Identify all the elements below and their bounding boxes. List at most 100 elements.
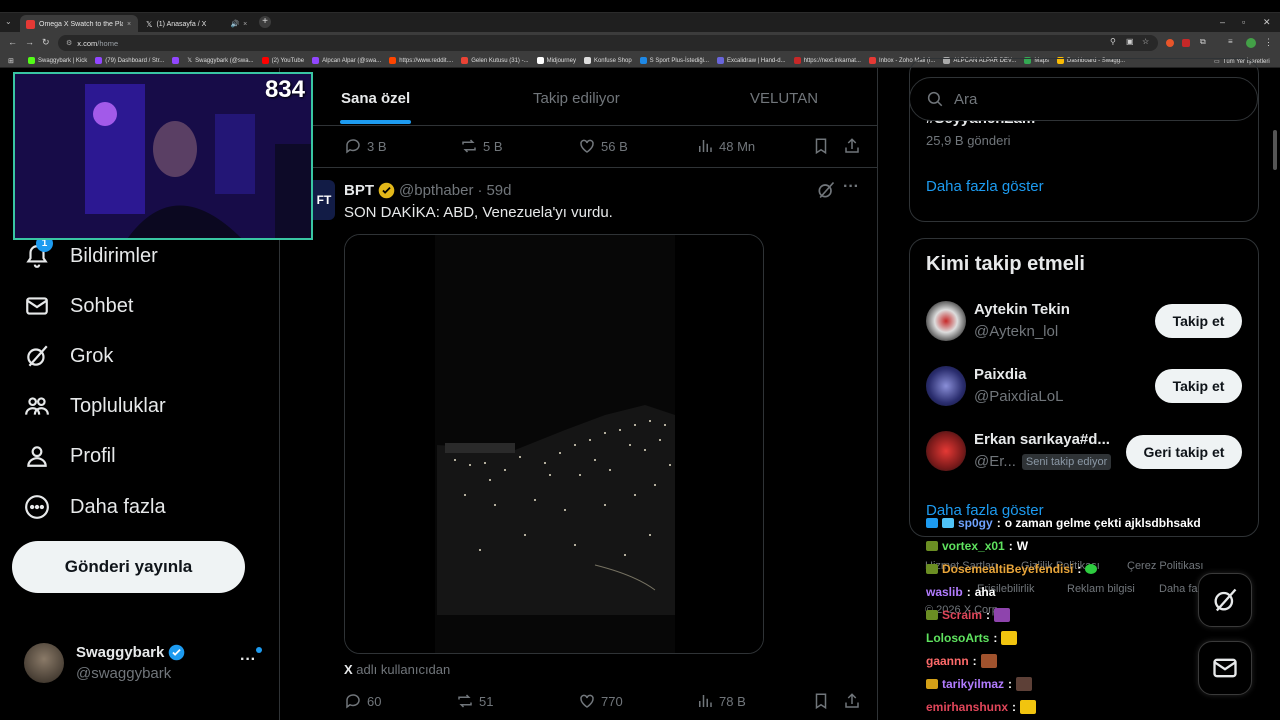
address-bar[interactable]: ⚙ x.com/home bbox=[58, 35, 1158, 51]
bookmark-button[interactable] bbox=[812, 137, 830, 155]
follow-button[interactable]: Takip et bbox=[1155, 369, 1242, 403]
minimize-icon[interactable]: – bbox=[1220, 17, 1225, 27]
bookmark[interactable]: (79) Dashboard / Str... bbox=[95, 57, 164, 64]
install-icon[interactable]: ▣ bbox=[1126, 37, 1134, 46]
reply-button[interactable]: 60 bbox=[344, 692, 381, 710]
tweet-author-handle[interactable]: @bpthaber bbox=[399, 182, 473, 199]
reply-count: 60 bbox=[367, 693, 382, 709]
suggestion-name: Paixdia bbox=[974, 366, 1027, 383]
nav-chat[interactable]: Sohbet bbox=[24, 293, 133, 319]
more-horizontal-icon[interactable]: ··· bbox=[240, 651, 256, 669]
account-switcher[interactable]: Swaggybark @swaggybark ··· bbox=[24, 643, 269, 687]
new-tab-button[interactable]: + bbox=[259, 16, 271, 28]
close-icon[interactable]: × bbox=[127, 21, 131, 28]
bookmark[interactable]: Gelen Kutusu (31) -... bbox=[461, 57, 529, 64]
bookmark[interactable]: (2) YouTube bbox=[261, 57, 304, 64]
bookmark-star-icon[interactable]: ☆ bbox=[1142, 37, 1149, 46]
suggestion-name: Erkan sarıkaya#d... bbox=[974, 431, 1110, 448]
search-input[interactable]: Ara bbox=[909, 77, 1258, 121]
bookmark[interactable]: Midjourney bbox=[536, 57, 576, 64]
follows-you-badge: Seni takip ediyor bbox=[1021, 453, 1112, 470]
follow-back-button[interactable]: Geri takip et bbox=[1126, 435, 1242, 469]
back-icon[interactable]: ← bbox=[8, 37, 17, 47]
main-feed: Sana özel Takip ediliyor VELUTAN 3 B 5 B… bbox=[313, 68, 878, 720]
tab-velutan[interactable]: VELUTAN bbox=[750, 90, 818, 107]
extension-icon[interactable] bbox=[1182, 39, 1190, 47]
share-button[interactable] bbox=[843, 692, 861, 710]
menu-icon[interactable]: ⋮ bbox=[1264, 37, 1273, 48]
like-count: 770 bbox=[601, 693, 623, 709]
chat-username: sp0gy bbox=[958, 516, 993, 530]
bookmark-button[interactable] bbox=[812, 692, 830, 710]
like-button[interactable]: 56 B bbox=[578, 137, 628, 155]
grok-explain-icon[interactable] bbox=[816, 180, 836, 200]
nav-more[interactable]: Daha fazla bbox=[24, 494, 166, 520]
account-name: Swaggybark bbox=[76, 644, 165, 661]
bookmark[interactable]: Konfuse Shop bbox=[583, 57, 632, 64]
tab-for-you[interactable]: Sana özel bbox=[341, 90, 410, 107]
viewer-count: 834 bbox=[264, 76, 305, 103]
source-name[interactable]: X bbox=[344, 662, 353, 677]
tweet-time[interactable]: 59d bbox=[486, 182, 511, 199]
bookmark[interactable] bbox=[172, 57, 180, 64]
repost-button[interactable]: 5 B bbox=[460, 137, 503, 155]
emote-icon bbox=[994, 608, 1011, 622]
messages-fab-button[interactable] bbox=[1198, 641, 1252, 695]
grok-fab-button[interactable] bbox=[1198, 573, 1252, 627]
chat-message: waslib : aha bbox=[926, 585, 996, 599]
nav-grok[interactable]: Grok bbox=[24, 343, 113, 369]
trends-show-more-link[interactable]: Daha fazla göster bbox=[926, 178, 1044, 195]
nav-communities[interactable]: Topluluklar bbox=[24, 393, 166, 419]
profile-avatar-icon[interactable] bbox=[1246, 38, 1256, 48]
views-button[interactable]: 78 B bbox=[696, 692, 746, 710]
bookmark[interactable]: https://next.inkarnat... bbox=[793, 57, 861, 64]
share-icon bbox=[845, 693, 859, 708]
extension-icon[interactable] bbox=[1166, 39, 1174, 47]
views-icon bbox=[699, 140, 712, 152]
site-info-icon[interactable]: ⚙ bbox=[66, 39, 72, 47]
extensions-icon[interactable]: ⧉ bbox=[1200, 37, 1206, 47]
zoom-icon[interactable]: ⚲ bbox=[1110, 37, 1116, 46]
like-button[interactable]: 770 bbox=[578, 692, 623, 710]
reload-icon[interactable]: ↻ bbox=[42, 37, 50, 48]
bookmark[interactable]: 𝕏 Swaggybark (@swa... bbox=[187, 57, 253, 65]
tab-search-icon[interactable]: ⌄ bbox=[5, 17, 12, 26]
follow-button[interactable]: Takip et bbox=[1155, 304, 1242, 338]
media-icon[interactable]: ≡ bbox=[1228, 37, 1233, 46]
tweet-avatar[interactable]: FT bbox=[313, 180, 335, 220]
tweet-more-icon[interactable]: ··· bbox=[843, 178, 859, 196]
account-handle: @swaggybark bbox=[76, 665, 172, 682]
emote-icon bbox=[980, 654, 997, 668]
maximize-icon[interactable]: ▫ bbox=[1242, 17, 1245, 27]
bookmark-icon bbox=[815, 693, 827, 710]
chat-username: emirhanshunx bbox=[926, 700, 1009, 714]
tweet-author-name[interactable]: BPT bbox=[344, 182, 374, 199]
tab-following[interactable]: Takip ediliyor bbox=[533, 90, 620, 107]
bookmark[interactable]: Swaggybark | Kick bbox=[28, 57, 87, 64]
forward-icon[interactable]: → bbox=[25, 37, 34, 47]
tab-title: Omega X Swatch to the Planet bbox=[39, 20, 123, 28]
nav-notifications[interactable]: Bildirimler 1 bbox=[24, 235, 158, 269]
suggestion-name: Aytekin Tekin bbox=[974, 301, 1070, 318]
emote-icon bbox=[1001, 631, 1018, 645]
tweet-media[interactable] bbox=[344, 234, 764, 654]
bookmark[interactable]: S Sport Plus-İstediği... bbox=[639, 57, 709, 64]
apps-icon[interactable]: ⊞ bbox=[8, 57, 14, 65]
scrollbar-thumb[interactable] bbox=[1273, 130, 1277, 170]
share-button[interactable] bbox=[843, 137, 861, 155]
emote-icon bbox=[1020, 700, 1037, 714]
window-close-icon[interactable]: ✕ bbox=[1263, 17, 1271, 28]
close-icon[interactable]: × bbox=[243, 21, 247, 28]
browser-tab-active[interactable]: Omega X Swatch to the Planet × bbox=[20, 15, 138, 33]
repost-button[interactable]: 51 bbox=[456, 692, 493, 710]
reply-button[interactable]: 3 B bbox=[344, 137, 387, 155]
post-button[interactable]: Gönderi yayınla bbox=[12, 541, 245, 593]
bookmark[interactable]: https://www.reddit.... bbox=[389, 57, 453, 64]
webcam-overlay: 834 bbox=[13, 72, 313, 240]
views-button[interactable]: 48 Mn bbox=[696, 137, 755, 155]
browser-tab[interactable]: 𝕏 (1) Anasayfa / X 🔊 × bbox=[140, 15, 256, 33]
bookmark[interactable]: Excalidraw | Hand-d... bbox=[717, 57, 786, 64]
nav-profile[interactable]: Profil bbox=[24, 443, 116, 469]
bookmark[interactable]: Alpcan Alpar (@swa... bbox=[312, 57, 381, 64]
tweet-text: SON DAKİKA: ABD, Venezuela'yı vurdu. bbox=[344, 204, 613, 221]
